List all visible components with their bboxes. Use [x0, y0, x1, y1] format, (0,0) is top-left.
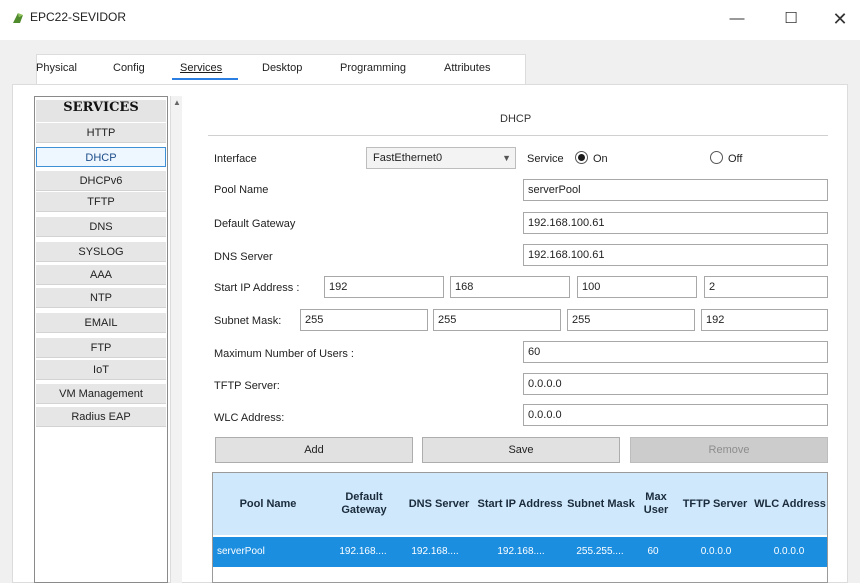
sidebar-item-dhcp[interactable]: DHCP — [36, 147, 166, 167]
sidebar-item-iot[interactable]: IoT — [36, 360, 166, 380]
tab-config[interactable]: Config — [113, 62, 145, 74]
add-button[interactable]: Add — [215, 437, 413, 463]
tab-services[interactable]: Services — [180, 62, 222, 74]
section-title: DHCP — [500, 113, 532, 125]
max-users-label: Maximum Number of Users : — [214, 348, 354, 360]
sidebar-item-aaa[interactable]: AAA — [36, 265, 166, 285]
wlc-address-input[interactable]: 0.0.0.0 — [523, 404, 828, 426]
packet-tracer-app-icon — [13, 13, 23, 23]
sidebar-item-dhcpv6[interactable]: DHCPv6 — [36, 171, 166, 191]
table-row[interactable]: serverPool 192.168.... 192.168.... 192.1… — [213, 537, 827, 567]
cell-start-ip: 192.168.... — [497, 546, 545, 557]
pool-name-label: Pool Name — [214, 184, 269, 196]
tab-attributes[interactable]: Attributes — [444, 62, 490, 74]
minimize-button[interactable]: — — [717, 6, 757, 32]
column-header-default-gateway[interactable]: Default Gateway — [323, 473, 405, 535]
interface-select[interactable]: FastEthernet0 ▼ — [366, 147, 516, 169]
start-ip-octet-1-input[interactable]: 192 — [324, 276, 444, 298]
cell-pool-name: serverPool — [217, 546, 265, 557]
section-divider — [208, 135, 828, 136]
default-gateway-label: Default Gateway — [214, 218, 296, 230]
wlc-address-label: WLC Address: — [214, 412, 285, 424]
max-users-input[interactable]: 60 — [523, 341, 828, 363]
column-header-subnet-mask[interactable]: Subnet Mask — [567, 473, 635, 535]
sidebar-item-http[interactable]: HTTP — [36, 123, 166, 143]
sidebar-title: SERVICES — [36, 100, 166, 122]
save-button[interactable]: Save — [422, 437, 620, 463]
service-off-label: Off — [728, 153, 743, 165]
sidebar-item-ntp[interactable]: NTP — [36, 288, 166, 308]
sidebar-item-tftp[interactable]: TFTP — [36, 192, 166, 212]
column-header-dns-server[interactable]: DNS Server — [405, 473, 473, 535]
maximize-button[interactable]: ☐ — [771, 6, 811, 32]
cell-tftp-server: 0.0.0.0 — [700, 546, 732, 557]
chevron-down-icon: ▼ — [502, 153, 511, 163]
subnet-octet-4-input[interactable]: 192 — [701, 309, 828, 331]
scroll-up-icon[interactable]: ▲ — [173, 98, 181, 107]
column-header-max-user[interactable]: Max User — [635, 473, 677, 535]
sidebar-item-ftp[interactable]: FTP — [36, 338, 166, 358]
cell-dns-server: 192.168.... — [411, 546, 459, 557]
sidebar-item-dns[interactable]: DNS — [36, 217, 166, 237]
tab-physical[interactable]: Physical — [36, 62, 77, 74]
service-on-label: On — [593, 153, 608, 165]
column-header-start-ip[interactable]: Start IP Address — [473, 473, 567, 535]
cell-max-user: 60 — [647, 546, 659, 557]
dns-server-input[interactable]: 192.168.100.61 — [523, 244, 828, 266]
sidebar-item-email[interactable]: EMAIL — [36, 313, 166, 333]
cell-subnet-mask: 255.255.... — [576, 546, 624, 557]
subnet-octet-3-input[interactable]: 255 — [567, 309, 695, 331]
subnet-octet-1-input[interactable]: 255 — [300, 309, 428, 331]
sidebar-item-vm-management[interactable]: VM Management — [36, 384, 166, 404]
start-ip-label: Start IP Address : — [214, 282, 300, 294]
subnet-mask-label: Subnet Mask: — [214, 315, 282, 327]
interface-select-value: FastEthernet0 — [373, 152, 443, 164]
active-tab-indicator — [172, 78, 238, 80]
cell-wlc-address: 0.0.0.0 — [773, 546, 805, 557]
default-gateway-input[interactable]: 192.168.100.61 — [523, 212, 828, 234]
service-on-radio[interactable] — [575, 151, 588, 164]
start-ip-octet-3-input[interactable]: 100 — [577, 276, 697, 298]
sidebar-scrollbar[interactable]: ▲ — [170, 96, 182, 583]
column-header-tftp-server[interactable]: TFTP Server — [677, 473, 753, 535]
tftp-server-label: TFTP Server: — [214, 380, 280, 392]
title-bar: EPC22-SEVIDOR — ☐ ✕ — [0, 0, 860, 40]
pool-table-header: Pool Name Default Gateway DNS Server Sta… — [213, 473, 827, 535]
window-title: EPC22-SEVIDOR — [30, 10, 127, 24]
service-off-radio[interactable] — [710, 151, 723, 164]
tab-programming[interactable]: Programming — [340, 62, 406, 74]
service-label: Service — [527, 153, 564, 165]
column-header-pool-name[interactable]: Pool Name — [213, 473, 323, 535]
tab-desktop[interactable]: Desktop — [262, 62, 302, 74]
sidebar-item-radius-eap[interactable]: Radius EAP — [36, 407, 166, 427]
sidebar-item-syslog[interactable]: SYSLOG — [36, 242, 166, 262]
tftp-server-input[interactable]: 0.0.0.0 — [523, 373, 828, 395]
subnet-octet-2-input[interactable]: 255 — [433, 309, 561, 331]
start-ip-octet-4-input[interactable]: 2 — [704, 276, 828, 298]
close-button[interactable]: ✕ — [820, 6, 860, 32]
remove-button[interactable]: Remove — [630, 437, 828, 463]
start-ip-octet-2-input[interactable]: 168 — [450, 276, 570, 298]
column-header-wlc-address[interactable]: WLC Address — [753, 473, 827, 535]
pool-name-input[interactable]: serverPool — [523, 179, 828, 201]
dns-server-label: DNS Server — [214, 251, 273, 263]
interface-label: Interface — [214, 153, 257, 165]
